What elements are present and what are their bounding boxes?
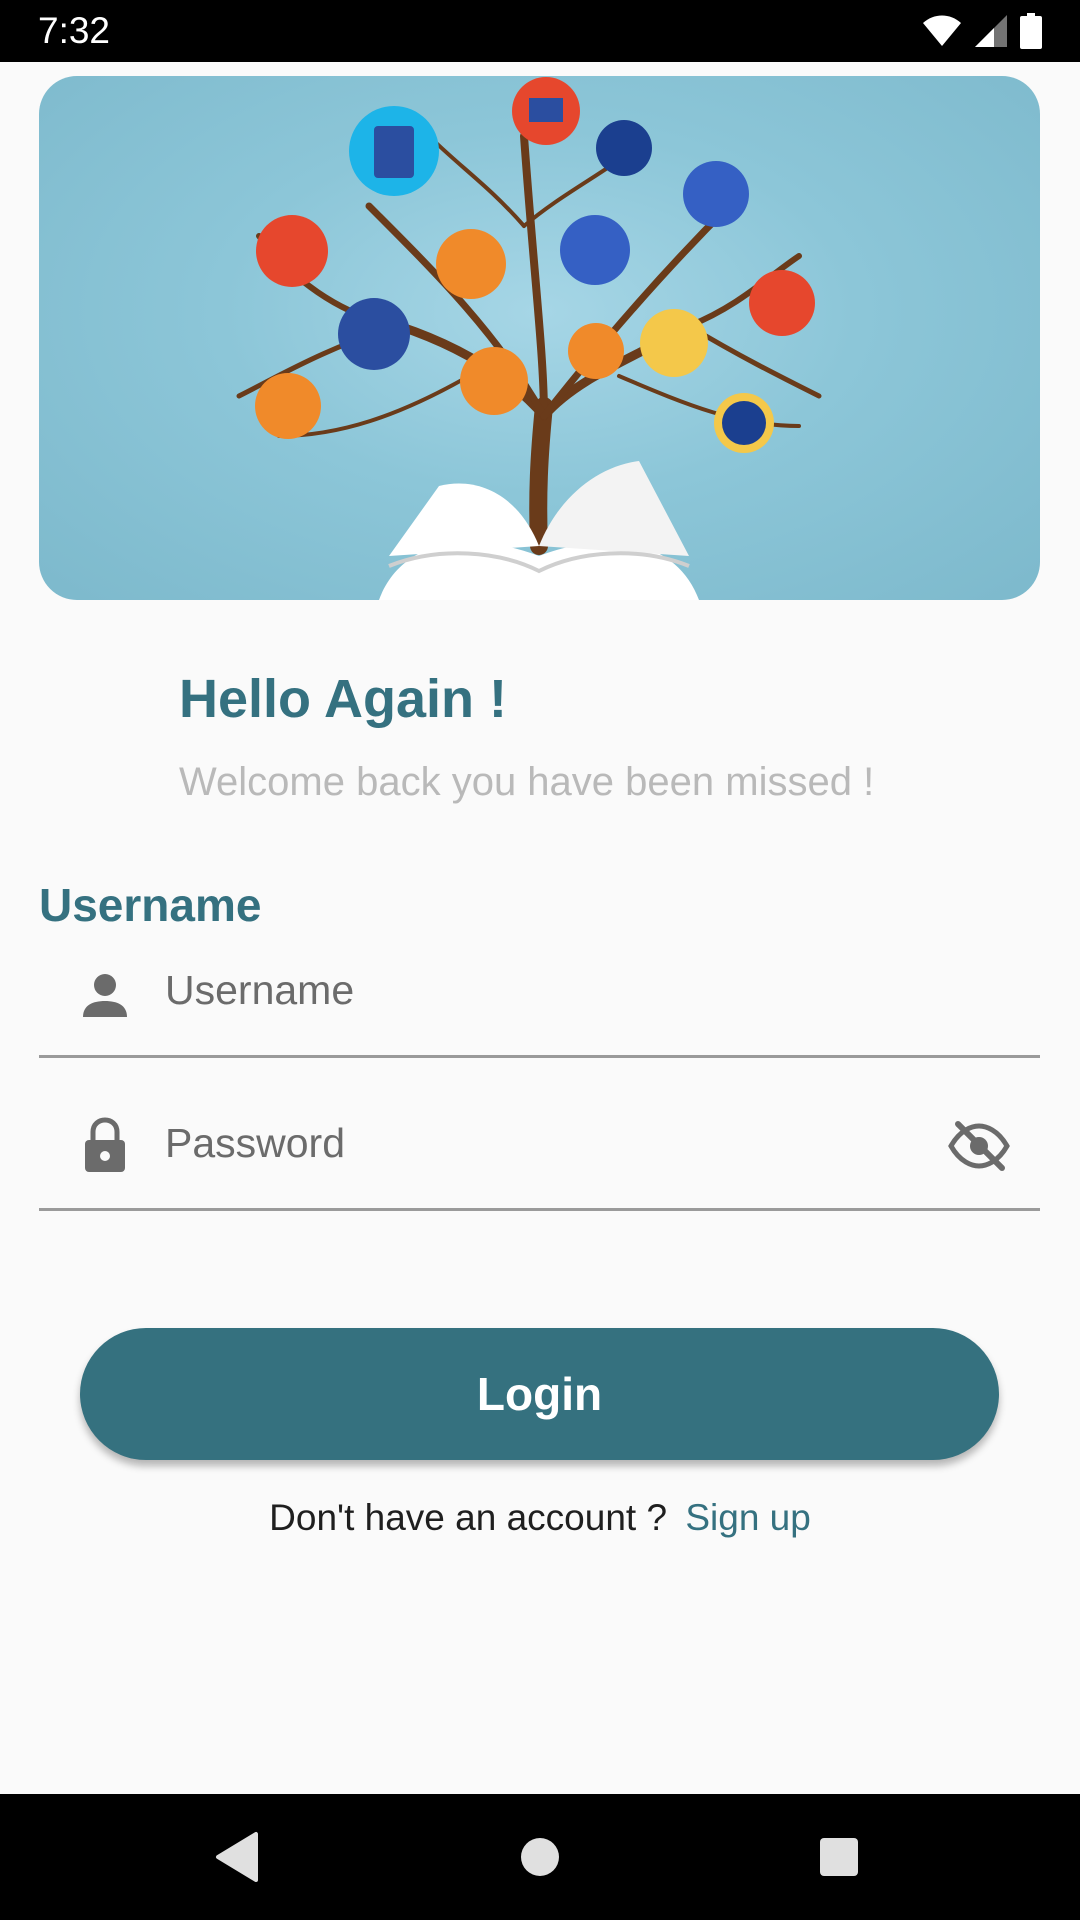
home-icon[interactable] xyxy=(509,1826,571,1888)
status-icons xyxy=(922,13,1042,49)
person-icon xyxy=(83,974,127,1017)
back-icon[interactable] xyxy=(208,1826,270,1888)
username-field[interactable] xyxy=(39,945,1040,1058)
book-tree-illustration xyxy=(236,77,822,600)
password-field[interactable] xyxy=(39,1098,1040,1211)
lock-icon xyxy=(85,1117,125,1172)
wifi-icon xyxy=(923,15,961,46)
username-input[interactable] xyxy=(165,945,925,1035)
signup-link[interactable]: Sign up xyxy=(685,1497,811,1538)
status-bar: 7:32 xyxy=(0,0,1080,62)
battery-icon xyxy=(1020,13,1042,49)
username-heading: Username xyxy=(39,879,262,931)
recents-icon[interactable] xyxy=(808,1826,870,1888)
login-button[interactable]: Login xyxy=(80,1328,999,1460)
hero-illustration xyxy=(39,76,1040,600)
status-time: 7:32 xyxy=(38,10,111,51)
visibility-off-icon[interactable] xyxy=(948,1120,1010,1172)
cellular-signal-icon xyxy=(975,15,1007,47)
password-input[interactable] xyxy=(165,1098,925,1188)
navigation-bar xyxy=(0,1794,1080,1920)
no-account-text: Don't have an account ? xyxy=(269,1497,668,1538)
signup-row: Don't have an account ? Sign up xyxy=(0,1497,1080,1539)
page-title: Hello Again ! xyxy=(179,669,508,729)
page-subtitle: Welcome back you have been missed ! xyxy=(179,760,875,804)
